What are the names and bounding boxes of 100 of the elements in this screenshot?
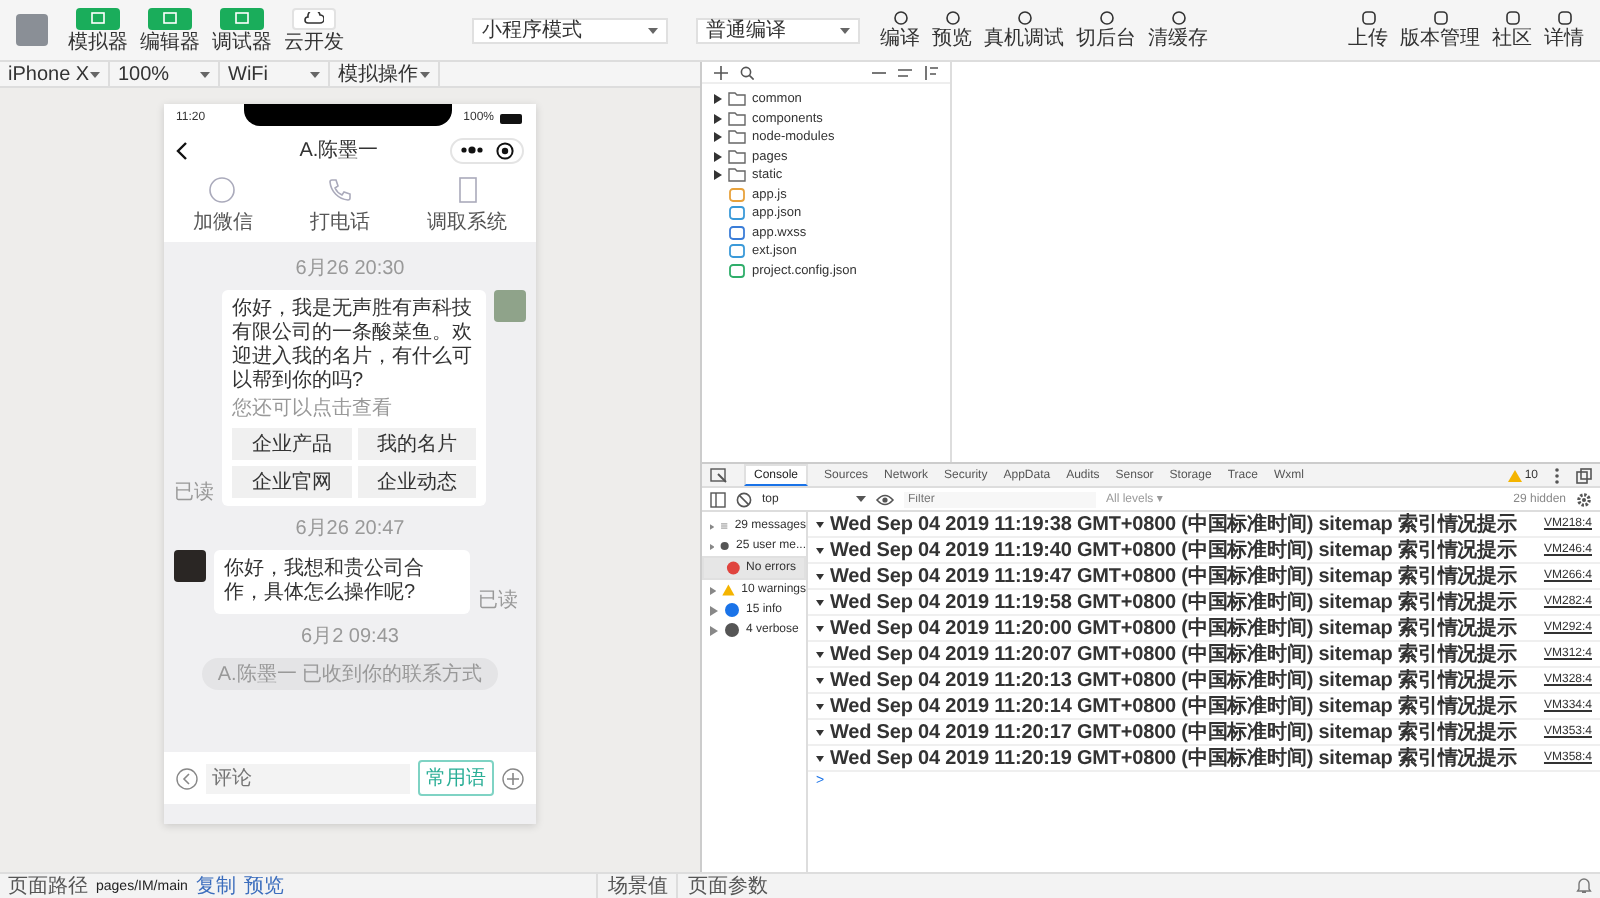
caret-icon [310,71,320,77]
eye-icon[interactable] [876,493,894,505]
warning-icon [722,582,736,598]
square-icon [1359,10,1377,26]
expand-arrow-icon[interactable] [816,547,824,553]
toolbar-action-button[interactable]: 清缓存 [1148,10,1208,50]
target-icon [496,141,514,159]
search-icon[interactable] [740,65,754,79]
expand-arrow-icon[interactable] [816,625,824,631]
view-toggle-button[interactable]: 调试器 [212,7,272,53]
log-message: Wed Sep 04 2019 11:20:07 GMT+0800 (中国标准时间) sitemap 索引情况提示 [830,641,1517,668]
square-icon [1555,10,1573,26]
chat-title: A.陈墨一 [297,138,381,164]
quick-action-button[interactable]: 打电话 [309,176,370,236]
toolbar-action-button[interactable]: 切后台 [1076,10,1136,50]
log-message: Wed Sep 04 2019 11:19:47 GMT+0800 (中国标准时间) sitemap 索引情况提示 [830,563,1517,590]
read-status: 已读 [174,479,214,506]
circle-icon [891,10,909,26]
caret-icon [90,71,100,77]
device-select[interactable]: 100% [110,62,220,86]
undock-icon[interactable] [1576,467,1592,483]
expand-arrow-icon[interactable] [816,755,824,761]
device-select[interactable]: WiFi [220,62,330,86]
expand-arrow-icon[interactable] [816,599,824,605]
preview-link[interactable]: 预览 [243,872,284,898]
view-toggle-button[interactable]: 编辑器 [140,7,200,53]
warning-icon [1508,469,1523,481]
voice-icon[interactable] [176,767,198,789]
toolbar-action-button[interactable]: 社区 [1492,10,1532,50]
avatar-photo [494,290,526,322]
toolbar-action-button[interactable]: 预览 [932,10,972,50]
sort-icon[interactable] [898,65,912,79]
view-toggle-button[interactable]: 模拟器 [68,7,128,53]
log-message: Wed Sep 04 2019 11:20:17 GMT+0800 (中国标准时间) sitemap 索引情况提示 [830,719,1517,746]
expand-arrow-icon[interactable] [816,573,824,579]
back-icon[interactable] [176,141,188,159]
more-icon [460,146,484,154]
window-icon [90,12,106,24]
expand-arrow-icon[interactable] [714,151,722,162]
compile-select[interactable]: 普通编译 [696,17,860,43]
bell-icon[interactable] [1576,878,1592,894]
log-message: Wed Sep 04 2019 11:20:19 GMT+0800 (中国标准时间) sitemap 索引情况提示 [830,745,1517,772]
log-message: Wed Sep 04 2019 11:19:58 GMT+0800 (中国标准时间) sitemap 索引情况提示 [830,589,1517,616]
square-icon [1431,10,1449,26]
phone-icon [325,176,354,204]
battery-icon [500,113,524,123]
toolbar-action-button[interactable]: 真机调试 [984,10,1064,50]
expand-arrow-icon[interactable] [714,170,722,181]
sidebar-toggle-icon[interactable] [710,491,726,507]
caret-icon [840,27,850,33]
toolbar-action-button[interactable]: 详情 [1544,10,1584,50]
toolbar-action-button[interactable]: 版本管理 [1400,10,1480,50]
circle-icon [1097,10,1115,26]
quick-action-button[interactable]: 加微信 [192,176,253,236]
mode-select[interactable]: 小程序模式 [472,17,668,43]
error-icon [725,560,740,576]
device-select[interactable]: 模拟操作 [330,62,440,86]
card-link-button[interactable]: 企业动态 [357,466,476,498]
caret-icon [200,71,210,77]
add-icon[interactable] [502,767,524,789]
circle-icon [1169,10,1187,26]
quick-action-button[interactable]: 调取系统 [427,176,508,236]
toolbar-action-button[interactable]: 编译 [880,10,920,50]
page-params-button[interactable]: 页面参数 [675,872,768,898]
expand-arrow-icon[interactable] [714,94,722,105]
message-date: 6月26 20:47 [293,516,407,542]
card-link-button[interactable]: 企业官网 [232,466,351,498]
document-icon [453,176,482,204]
circle-icon [1015,10,1033,26]
add-icon[interactable] [714,65,728,79]
message-date: 6月26 20:30 [293,256,407,282]
read-status: 已读 [478,587,518,614]
device-select[interactable]: iPhone X [0,62,110,86]
panel-icon[interactable] [924,65,938,79]
card-hint: 您还可以点击查看 [232,398,394,422]
expand-arrow-icon[interactable] [714,132,722,143]
toolbar-action-button[interactable]: 上传 [1348,10,1388,50]
card-link-button[interactable]: 企业产品 [232,428,351,460]
log-message: Wed Sep 04 2019 11:19:40 GMT+0800 (中国标准时间) sitemap 索引情况提示 [830,537,1517,564]
avatar-photo [174,550,206,582]
log-message: Wed Sep 04 2019 11:20:00 GMT+0800 (中国标准时间) sitemap 索引情况提示 [830,615,1517,642]
card-link-button[interactable]: 我的名片 [357,428,476,460]
expand-arrow-icon[interactable] [714,113,722,124]
menu-capsule[interactable] [450,137,524,163]
more-icon[interactable] [1554,467,1560,483]
expand-arrow-icon[interactable] [816,703,824,709]
caret-icon [856,496,866,502]
cloud-dev-button[interactable]: 云开发 [284,7,344,53]
expand-arrow-icon[interactable] [816,521,824,527]
inspect-icon[interactable] [710,467,728,483]
expand-arrow-icon[interactable] [816,729,824,735]
settings-icon[interactable] [1576,491,1592,507]
log-message: Wed Sep 04 2019 11:19:38 GMT+0800 (中国标准时间) sitemap 索引情况提示 [830,511,1517,538]
page-path-label: 页面路径 [8,874,88,898]
expand-arrow-icon[interactable] [816,677,824,683]
copy-link[interactable]: 复制 [195,872,236,898]
expand-arrow-icon[interactable] [816,651,824,657]
comment-field[interactable]: 评论 [206,763,410,793]
clear-icon[interactable] [736,491,752,507]
scene-button[interactable]: 场景值 [595,872,668,898]
